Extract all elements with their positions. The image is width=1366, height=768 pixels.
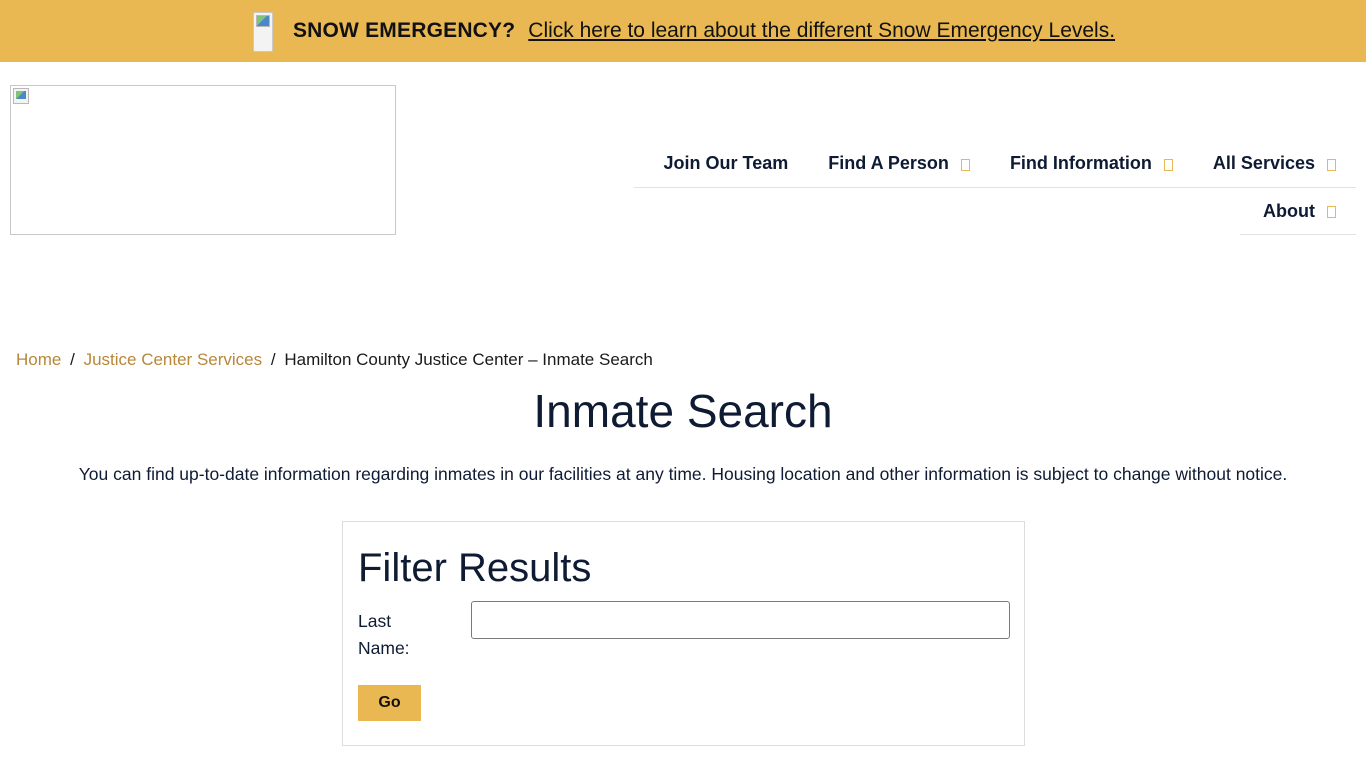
nav-item-about[interactable]: About (1243, 188, 1356, 234)
broken-image-icon (252, 12, 273, 52)
nav-item-label: Join Our Team (663, 153, 789, 173)
nav-item-label: All Services (1212, 153, 1315, 173)
go-button[interactable]: Go (358, 685, 421, 721)
breadcrumb-home-link[interactable]: Home (16, 350, 61, 369)
chevron-down-icon (960, 158, 970, 171)
breadcrumb-separator: / (270, 350, 276, 369)
last-name-input[interactable] (471, 601, 1010, 639)
alert-title: SNOW EMERGENCY? (292, 19, 516, 42)
filter-title: Filter Results (358, 546, 592, 590)
nav-item-all-services[interactable]: All Services (1193, 140, 1356, 187)
broken-image-icon (13, 88, 29, 104)
chevron-down-icon (1327, 206, 1336, 218)
nav-row-secondary: About (1240, 188, 1356, 235)
chevron-down-icon (1163, 158, 1173, 171)
nav-item-find-information[interactable]: Find Information (990, 140, 1193, 187)
snow-emergency-banner: SNOW EMERGENCY? Click here to learn abou… (0, 0, 1366, 62)
site-logo[interactable] (10, 85, 396, 235)
nav-item-find-a-person[interactable]: Find A Person (808, 140, 990, 187)
last-name-label: Last Name: (358, 611, 410, 658)
nav-item-join-our-team[interactable]: Join Our Team (644, 140, 809, 187)
snow-emergency-link[interactable]: Click here to learn about the different … (528, 19, 1115, 43)
chevron-down-icon (1327, 158, 1336, 171)
breadcrumb-separator: / (70, 350, 75, 369)
nav-item-label: Find A Person (828, 153, 949, 173)
nav-item-label: About (1263, 200, 1315, 221)
intro-text: You can find up-to-date information rega… (78, 464, 1288, 484)
breadcrumb-current: Hamilton County Justice Center – Inmate … (284, 350, 653, 369)
nav-row-primary: Join Our Team Find A Person Find Informa… (634, 140, 1356, 188)
breadcrumb: Home / Justice Center Services / Hamilto… (16, 350, 653, 370)
breadcrumb-section-link[interactable]: Justice Center Services (84, 350, 263, 369)
nav-item-label: Find Information (1009, 153, 1152, 173)
filter-results-form: Filter Results Last Name: Go (342, 521, 1025, 746)
page-title: Inmate Search (533, 385, 833, 437)
